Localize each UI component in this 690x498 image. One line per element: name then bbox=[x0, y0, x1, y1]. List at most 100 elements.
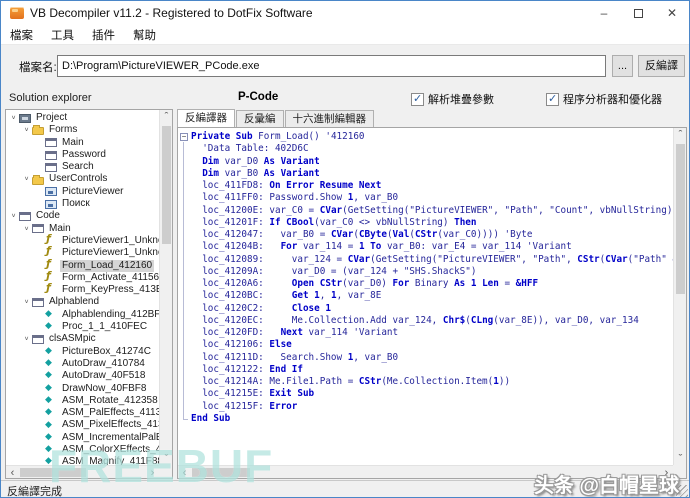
tree-item-project[interactable]: ∨ Project bbox=[6, 112, 159, 124]
tree-item-main[interactable]: ∨ Main bbox=[6, 223, 159, 235]
browse-button[interactable]: ... bbox=[612, 55, 633, 77]
tree-item-form-activate-411568[interactable]: Form_Activate_411568 bbox=[6, 270, 159, 284]
scroll-left-icon[interactable]: ‹ bbox=[178, 466, 191, 479]
code-line-11: loc_41209A: var_D0 = (var_124 + "SHS.Sha… bbox=[191, 265, 477, 277]
tree-item-asm-rotate-412358[interactable]: ASM_Rotate_412358 bbox=[6, 394, 159, 407]
code-hscroll-thumb[interactable] bbox=[192, 468, 250, 477]
code-line-6: loc_41200E: var_C0 = CVar(GetSetting("Pi… bbox=[191, 204, 673, 216]
tree-item-clsasmpic[interactable]: ∨ clsASMpic bbox=[6, 333, 159, 345]
tree-item-usercontrols[interactable]: ∨ UserControls bbox=[6, 173, 159, 185]
tree-vertical-scrollbar[interactable]: ˆ ˇ bbox=[159, 110, 172, 465]
tree-item-asm-incrementalpaleffect[interactable]: ASM_IncrementalPalEffect bbox=[6, 431, 159, 444]
menu-item-0[interactable]: 檔案 bbox=[1, 27, 42, 43]
chevron-down-icon[interactable]: ∨ bbox=[21, 335, 32, 345]
code-line-19: loc_412122: End If bbox=[191, 363, 303, 375]
decompile-button[interactable]: 反編譯 bbox=[638, 55, 685, 77]
tree-item-form-load-412160[interactable]: Form_Load_412160 bbox=[6, 258, 159, 272]
tree-item-search[interactable]: Search bbox=[6, 161, 159, 173]
close-icon[interactable]: ✕ bbox=[655, 1, 689, 25]
proc-icon bbox=[45, 431, 57, 443]
tree-item-form-keypress-413ee8[interactable]: Form_KeyPress_413EE8 bbox=[6, 282, 159, 296]
tree-item-asm-colorxeffects-41336[interactable]: ASM_ColorXEffects_41336 bbox=[6, 443, 159, 456]
tree-item-label: Form_Activate_411568 bbox=[62, 271, 159, 283]
code-line-0: Private Sub Form_Load() '412160 bbox=[191, 131, 365, 142]
tree-item-forms[interactable]: ∨ Forms bbox=[6, 124, 159, 136]
code-line-2: Dim var_D0 As Variant bbox=[202, 155, 320, 167]
panel-header-row: Solution explorer P-Code ✓ 解析堆疊參數 ✓ 程序分析… bbox=[1, 87, 689, 109]
code-line-4: loc_411FD8: On Error Resume Next bbox=[191, 180, 382, 191]
scroll-down-icon[interactable]: ˇ bbox=[160, 452, 172, 465]
tree-item-autodraw-40f518[interactable]: AutoDraw_40F518 bbox=[6, 369, 159, 382]
tree-item-label: ASM_Rotate_412358 bbox=[62, 394, 158, 406]
fold-collapse-icon[interactable]: − bbox=[180, 133, 188, 141]
checkbox-checked-icon[interactable]: ✓ bbox=[411, 92, 424, 106]
tab-0[interactable]: 反編譯器 bbox=[177, 109, 235, 127]
tab-1[interactable]: 反彙編 bbox=[236, 110, 284, 127]
module-icon bbox=[32, 224, 44, 234]
tree-item-autodraw-410784[interactable]: AutoDraw_410784 bbox=[6, 357, 159, 370]
tree-item-label: ASM_PixelEffects_413614 bbox=[62, 419, 159, 431]
code-line-1: 'Data Table: 402D6C bbox=[191, 143, 309, 155]
scroll-down-icon[interactable]: ˇ bbox=[674, 452, 686, 465]
tree-item-label: Alphablend bbox=[49, 296, 100, 308]
proc-icon bbox=[45, 455, 57, 465]
toolbar: 檔案名: ... 反編譯 bbox=[1, 46, 689, 87]
tree-item-asm-pixeleffects-413614[interactable]: ASM_PixelEffects_413614 bbox=[6, 419, 159, 431]
tree-item-asm-paleffects-4113e4[interactable]: ASM_PalEffects_4113E4 bbox=[6, 406, 159, 419]
code-vertical-scrollbar[interactable]: ˆ ˇ bbox=[673, 128, 686, 465]
tree-item-pictureviewer1-unknownev[interactable]: PictureViewer1_UnknownEv bbox=[6, 233, 159, 247]
form-icon bbox=[45, 162, 57, 172]
resize-grip[interactable] bbox=[676, 485, 688, 497]
chevron-down-icon[interactable]: ∨ bbox=[8, 113, 19, 123]
scroll-right-icon[interactable]: › bbox=[146, 466, 159, 479]
parse-stack-checkbox[interactable]: ✓ 解析堆疊參數 bbox=[411, 91, 494, 107]
minimize-icon[interactable]: – bbox=[587, 1, 621, 25]
menu-bar: 檔案 工具 插件 幫助 bbox=[1, 25, 689, 45]
tree-item-alphablending-412bf4[interactable]: Alphablending_412BF4 bbox=[6, 308, 159, 321]
code-line-12: loc_4120A6: Open CStr(var_D0) For Binary… bbox=[191, 278, 539, 289]
chevron-down-icon[interactable]: ∨ bbox=[21, 224, 32, 234]
tree-item-pictureviewer1-unknownev[interactable]: PictureViewer1_UnknownEv bbox=[6, 245, 159, 259]
maximize-icon[interactable] bbox=[621, 1, 655, 25]
menu-item-2[interactable]: 插件 bbox=[83, 27, 124, 43]
tree-item-drawnow-40fbf8[interactable]: DrawNow_40FBF8 bbox=[6, 382, 159, 395]
chevron-down-icon[interactable]: ∨ bbox=[21, 126, 32, 136]
proc-icon bbox=[45, 443, 57, 455]
code-tabs: 反編譯器 反彙編 十六進制編輯器 bbox=[177, 109, 687, 127]
tree-item-label: PictureViewer bbox=[62, 185, 124, 197]
tree-item-code[interactable]: ∨ Code bbox=[6, 210, 159, 222]
tree-item-proc-1-1-410fec[interactable]: Proc_1_1_410FEC bbox=[6, 320, 159, 333]
tree-horizontal-scrollbar[interactable]: ‹ › bbox=[6, 465, 159, 478]
tree-item-main[interactable]: Main bbox=[6, 137, 159, 149]
tree-hscroll-thumb[interactable] bbox=[20, 468, 86, 477]
project-icon bbox=[19, 113, 31, 123]
tab-2[interactable]: 十六進制編輯器 bbox=[284, 110, 374, 127]
tree-item-password[interactable]: Password bbox=[6, 149, 159, 161]
file-path-input[interactable] bbox=[57, 55, 606, 77]
tree-item-asm-magnify-411f88[interactable]: ASM_Magnify_411F88 bbox=[6, 455, 159, 465]
scroll-right-icon[interactable]: › bbox=[660, 466, 673, 479]
tree-vscroll-thumb[interactable] bbox=[162, 126, 171, 244]
proc-icon bbox=[45, 382, 57, 394]
scroll-up-icon[interactable]: ˆ bbox=[160, 110, 172, 123]
code-line-23: End Sub bbox=[191, 412, 231, 424]
chevron-down-icon[interactable]: ∨ bbox=[21, 175, 32, 185]
window-title: VB Decompiler v11.2 - Registered to DotF… bbox=[30, 6, 313, 20]
chevron-down-icon[interactable]: ∨ bbox=[21, 298, 32, 308]
code-lines[interactable]: Private Sub Form_Load() '412160 'Data Ta… bbox=[191, 131, 673, 465]
tree-item-label: Alphablending_412BF4 bbox=[62, 308, 159, 320]
menu-item-1[interactable]: 工具 bbox=[42, 27, 83, 43]
folder-icon bbox=[32, 174, 44, 185]
checkbox-checked-icon[interactable]: ✓ bbox=[546, 92, 559, 106]
tree-item-picturebox-41274c[interactable]: PictureBox_41274C bbox=[6, 345, 159, 358]
chevron-down-icon[interactable]: ∨ bbox=[8, 212, 19, 222]
optimizer-checkbox[interactable]: ✓ 程序分析器和優化器 bbox=[546, 91, 662, 107]
tree-item-поиск[interactable]: Поиск bbox=[6, 198, 159, 210]
scroll-left-icon[interactable]: ‹ bbox=[6, 466, 19, 479]
code-horizontal-scrollbar[interactable]: ‹ › bbox=[178, 465, 673, 478]
tree-item-alphablend[interactable]: ∨ Alphablend bbox=[6, 296, 159, 308]
menu-item-3[interactable]: 幫助 bbox=[124, 27, 165, 43]
code-vscroll-thumb[interactable] bbox=[676, 144, 685, 294]
scroll-up-icon[interactable]: ˆ bbox=[674, 128, 686, 141]
tree-item-pictureviewer[interactable]: PictureViewer bbox=[6, 186, 159, 198]
